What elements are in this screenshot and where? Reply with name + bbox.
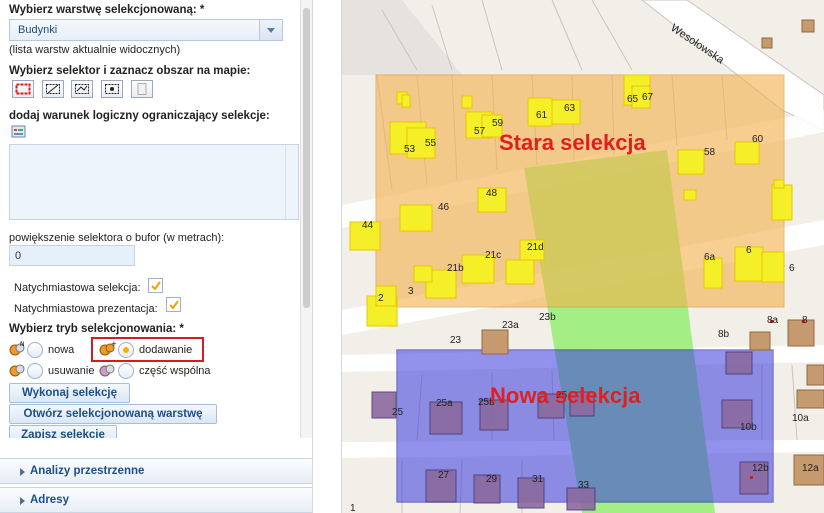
mode-new-icon: N: [9, 341, 27, 357]
selection-panel: Wybierz warstwę selekcjonowaną: * Budynk…: [0, 0, 312, 513]
old-selection-label: Stara selekcja: [499, 130, 646, 155]
map-label: 23: [450, 335, 462, 346]
instant-selection-label: Natychmiastowa selekcja:: [14, 282, 141, 294]
map-label: 6: [746, 245, 752, 256]
mode-remove-icon: [9, 362, 27, 378]
map-label: 55: [425, 138, 437, 149]
map-label: 48: [486, 188, 498, 199]
map-label: 21d: [527, 242, 544, 253]
map-label: 67: [642, 92, 654, 103]
map-label: 61: [536, 110, 548, 121]
map-label: 1: [350, 503, 356, 513]
map-label: 63: [564, 103, 576, 114]
map-label: 21b: [447, 263, 464, 274]
map-label: 57: [474, 126, 486, 137]
run-selection-button[interactable]: Wykonaj selekcję: [9, 383, 130, 403]
map-label: 44: [362, 220, 374, 231]
mode-common-icon: [99, 362, 117, 378]
map-label: 65: [627, 94, 639, 105]
open-layer-button[interactable]: Otwórz selekcjonowaną warstwę: [9, 404, 217, 424]
point-select-icon[interactable]: [101, 80, 123, 98]
map-canvas[interactable]: [342, 0, 824, 513]
map-view[interactable]: 53 55 57 59 61 63 65 67 60 58 44 46 48 2…: [342, 0, 824, 513]
chevron-down-icon[interactable]: [259, 20, 282, 40]
layer-select[interactable]: Budynki: [9, 19, 283, 41]
buffer-input[interactable]: 0: [9, 245, 135, 266]
svg-text:N: N: [20, 341, 25, 348]
accordion-spatial-analysis[interactable]: Analizy przestrzenne: [0, 458, 312, 484]
map-label: 60: [752, 134, 764, 145]
highlight-box: [91, 337, 204, 362]
map-label: 12b: [752, 463, 769, 474]
mode-remove-label: usuwanie: [48, 365, 95, 377]
map-label: 8b: [718, 329, 730, 340]
map-label: 33: [578, 480, 590, 491]
selection-form: Wybierz warstwę selekcjonowaną: * Budynk…: [0, 0, 300, 438]
map-label: 53: [404, 144, 416, 155]
chevron-right-icon: [20, 468, 25, 476]
map-label: 59: [492, 118, 504, 129]
layer-label: Wybierz warstwę selekcjonowaną: *: [9, 4, 205, 16]
panel-splitter[interactable]: [312, 0, 342, 513]
mode-common-radio[interactable]: [118, 363, 134, 379]
map-label: 10b: [740, 422, 757, 433]
instant-selection-checkbox[interactable]: [148, 278, 163, 293]
condition-textarea[interactable]: [9, 144, 299, 220]
map-label: 6: [789, 263, 795, 274]
condition-label: dodaj warunek logiczny ograniczający sel…: [9, 110, 270, 122]
instant-presentation-label: Natychmiastowa prezentacja:: [14, 303, 158, 315]
map-label: 10a: [792, 413, 809, 424]
map-label: 31: [532, 474, 544, 485]
mode-new-label: nowa: [48, 344, 75, 356]
mode-common-label: część wspólna: [139, 365, 211, 377]
mode-remove-radio[interactable]: [27, 363, 43, 379]
map-label: 3: [408, 286, 414, 297]
map-label: 27: [438, 470, 450, 481]
map-label: 25a: [436, 398, 453, 409]
map-label: 8: [802, 315, 808, 326]
selector-label: Wybierz selektor i zaznacz obszar na map…: [9, 65, 251, 77]
accordion-addresses[interactable]: Adresy: [0, 487, 312, 513]
polygon-select-icon[interactable]: [42, 80, 64, 98]
map-label: 58: [704, 147, 716, 158]
panel-scrollbar-thumb[interactable]: [303, 8, 310, 308]
panel-scrollbar[interactable]: [300, 0, 312, 438]
save-selection-button[interactable]: Zapisz selekcje: [9, 425, 117, 438]
map-label: 12a: [802, 463, 819, 474]
map-label: 8a: [767, 315, 779, 326]
map-label: 6a: [704, 252, 716, 263]
instant-presentation-checkbox[interactable]: [166, 297, 181, 312]
condition-scrollbar[interactable]: [285, 145, 298, 219]
mode-new-radio[interactable]: [27, 342, 43, 358]
rectangle-select-icon[interactable]: [12, 80, 34, 98]
map-label: 25: [392, 407, 404, 418]
mode-label: Wybierz tryb selekcjonowania: *: [9, 323, 184, 335]
layer-select-value: Budynki: [18, 24, 58, 36]
map-label: 46: [438, 202, 450, 213]
map-label: 23b: [539, 312, 556, 323]
map-label: 29: [486, 474, 498, 485]
map-label: 2: [378, 293, 384, 304]
new-selection-label: Nowa selekcja: [490, 383, 641, 408]
layer-hint: (lista warstw aktualnie widocznych): [9, 44, 181, 56]
add-condition-icon[interactable]: [11, 124, 27, 140]
map-label: 23a: [502, 320, 519, 331]
chevron-right-icon: [20, 497, 25, 505]
line-select-icon[interactable]: [71, 80, 93, 98]
map-label: 21c: [485, 250, 502, 261]
clear-select-icon[interactable]: [131, 80, 153, 98]
buffer-label: powiększenie selektora o bufor (w metrac…: [9, 232, 225, 244]
